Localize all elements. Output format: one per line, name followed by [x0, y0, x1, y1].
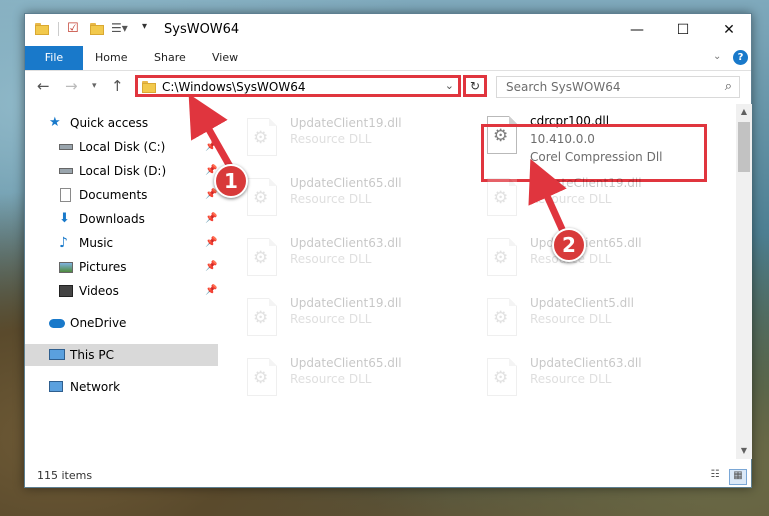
pin-icon[interactable]: 📌 — [205, 232, 217, 254]
close-button[interactable]: ✕ — [706, 14, 752, 45]
dll-file-icon: ⚙ — [247, 298, 277, 336]
quick-access-dropdown-icon[interactable]: ▾ — [142, 21, 158, 37]
computer-icon — [49, 349, 65, 360]
dll-file-icon: ⚙ — [487, 298, 517, 336]
dll-file-icon: ⚙ — [487, 358, 517, 396]
file-item[interactable]: ⚙ UpdateClient65.dll Resource DLL — [243, 174, 473, 228]
cloud-icon — [49, 319, 65, 328]
tab-share[interactable]: Share — [154, 46, 186, 70]
scrollbar-thumb[interactable] — [738, 122, 750, 172]
file-item[interactable]: ⚙ UpdateClient65.dll Resource DLL — [483, 234, 713, 288]
pin-icon[interactable]: 📌 — [205, 208, 217, 230]
file-item[interactable]: ⚙ UpdateClient19.dll Resource DLL — [483, 174, 713, 228]
dll-file-icon: ⚙ — [247, 178, 277, 216]
item-count: 115 items — [37, 469, 93, 482]
drive-icon — [59, 168, 73, 174]
scroll-down-icon[interactable]: ▼ — [736, 443, 752, 459]
file-item[interactable]: ⚙ UpdateClient63.dll Resource DLL — [243, 234, 473, 288]
tab-view[interactable]: View — [212, 46, 238, 70]
file-item[interactable]: ⚙ UpdateClient19.dll Resource DLL — [243, 294, 473, 348]
network-icon — [49, 381, 63, 392]
pin-icon[interactable]: 📌 — [205, 256, 217, 278]
ribbon: File Home Share View ⌄ ? — [25, 46, 751, 71]
customize-toolbar-icon[interactable]: ☰▾ — [111, 21, 128, 37]
download-icon: ⬇ — [59, 211, 70, 226]
file-item[interactable]: ⚙ UpdateClient5.dll Resource DLL — [483, 294, 713, 348]
file-list: ⚙ UpdateClient19.dll Resource DLL ⚙ Upda… — [223, 104, 735, 459]
folder-icon — [35, 21, 51, 37]
address-path: C:\Windows\SysWOW64 — [162, 80, 306, 94]
callout-1: 1 — [214, 164, 248, 198]
sidebar-item-pictures[interactable]: Pictures 📌 — [25, 256, 218, 278]
window-title: SysWOW64 — [164, 22, 240, 37]
title-bar: ☑ ☰▾ ▾ SysWOW64 — ☐ ✕ — [25, 14, 751, 46]
ribbon-expand-icon[interactable]: ⌄ — [713, 51, 721, 62]
documents-icon — [60, 188, 71, 202]
dll-file-icon: ⚙ — [487, 178, 517, 216]
separator — [58, 22, 59, 36]
status-bar: 115 items ☷ ▦ — [25, 465, 751, 487]
star-icon: ★ — [49, 115, 61, 130]
address-row: ← → ▾ ↑ C:\Windows\SysWOW64 ⌄ ↻ Search S… — [25, 71, 751, 103]
refresh-button[interactable]: ↻ — [463, 75, 487, 97]
maximize-button[interactable]: ☐ — [660, 14, 706, 45]
sidebar-item-documents[interactable]: Documents 📌 — [25, 184, 218, 206]
forward-arrow-icon[interactable]: → — [65, 77, 78, 95]
file-explorer-window: ☑ ☰▾ ▾ SysWOW64 — ☐ ✕ File Home Share Vi… — [24, 13, 752, 488]
sidebar-item-network[interactable]: Network — [25, 376, 218, 398]
dll-file-icon: ⚙ — [247, 358, 277, 396]
scroll-up-icon[interactable]: ▲ — [736, 104, 752, 120]
search-icon: ⌕ — [724, 79, 732, 94]
navigation-pane: ★ Quick access Local Disk (C:) 📌 Local D… — [25, 104, 218, 459]
minimize-button[interactable]: — — [614, 14, 660, 45]
tab-home[interactable]: Home — [95, 46, 127, 70]
address-bar[interactable]: C:\Windows\SysWOW64 ⌄ — [135, 75, 461, 97]
sidebar-item-music[interactable]: ♪ Music 📌 — [25, 232, 218, 254]
recent-locations-icon[interactable]: ▾ — [92, 81, 97, 91]
dll-file-icon: ⚙ — [247, 238, 277, 276]
vertical-scrollbar[interactable]: ▲ ▼ — [736, 104, 752, 459]
sidebar-item-local-disk-c[interactable]: Local Disk (C:) 📌 — [25, 136, 218, 158]
sidebar-item-onedrive[interactable]: OneDrive — [25, 312, 218, 334]
dll-file-icon: ⚙ — [247, 118, 277, 156]
drive-icon — [59, 144, 73, 150]
sidebar-item-videos[interactable]: Videos 📌 — [25, 280, 218, 302]
sidebar-item-downloads[interactable]: ⬇ Downloads 📌 — [25, 208, 218, 230]
address-dropdown-icon[interactable]: ⌄ — [445, 79, 454, 92]
dll-file-icon: ⚙ — [487, 238, 517, 276]
sidebar-item-local-disk-d[interactable]: Local Disk (D:) 📌 — [25, 160, 218, 182]
search-input[interactable]: Search SysWOW64 ⌕ — [496, 76, 740, 98]
file-item[interactable]: ⚙ UpdateClient65.dll Resource DLL — [243, 354, 473, 408]
refresh-icon: ↻ — [469, 79, 481, 93]
file-item[interactable]: ⚙ UpdateClient63.dll Resource DLL — [483, 354, 713, 408]
callout-2: 2 — [552, 228, 586, 262]
large-icons-view-icon[interactable]: ▦ — [729, 469, 747, 485]
sidebar-item-quick-access[interactable]: ★ Quick access — [25, 112, 218, 134]
folder-icon — [142, 79, 156, 93]
videos-icon — [59, 285, 73, 297]
file-item[interactable]: ⚙ UpdateClient19.dll Resource DLL — [243, 114, 473, 168]
pin-icon[interactable]: 📌 — [205, 136, 217, 158]
sidebar-item-this-pc[interactable]: This PC — [25, 344, 218, 366]
properties-icon[interactable]: ☑ — [67, 21, 83, 37]
details-view-icon[interactable]: ☷ — [707, 469, 723, 483]
pin-icon[interactable]: 📌 — [205, 280, 217, 302]
up-arrow-icon[interactable]: ↑ — [111, 77, 124, 95]
back-arrow-icon[interactable]: ← — [37, 77, 50, 95]
new-folder-icon[interactable] — [90, 21, 106, 37]
search-placeholder: Search SysWOW64 — [506, 80, 621, 94]
pictures-icon — [59, 262, 73, 273]
help-icon[interactable]: ? — [733, 50, 748, 65]
music-icon: ♪ — [59, 235, 68, 251]
tab-file[interactable]: File — [25, 46, 83, 70]
